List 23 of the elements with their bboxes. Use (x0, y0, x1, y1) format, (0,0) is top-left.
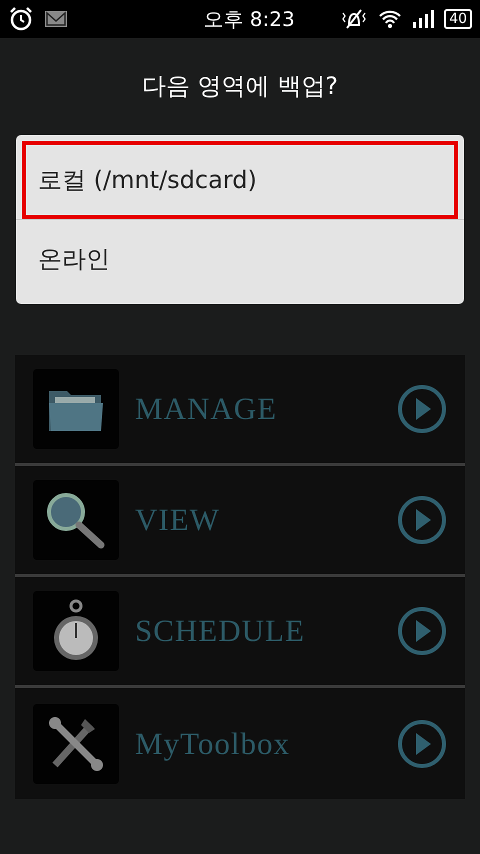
mail-icon (44, 10, 68, 28)
play-icon (397, 384, 447, 434)
play-icon (397, 606, 447, 656)
play-icon (397, 718, 447, 768)
clock-time: 오후 8:23 (203, 6, 295, 32)
menu-label: SCHEDULE (135, 613, 306, 649)
vibrate-muted-icon (340, 7, 368, 31)
signal-icon (412, 9, 434, 29)
play-icon (397, 495, 447, 545)
menu-row[interactable]: SCHEDULE (15, 577, 465, 688)
battery-level: 40 (444, 9, 472, 29)
menu-label: MANAGE (135, 391, 278, 427)
dialog-title: 다음 영역에 백업? (141, 71, 339, 102)
menu-label: MyToolbox (135, 726, 291, 762)
menu-label: VIEW (135, 502, 221, 538)
menu-row[interactable]: VIEW (15, 466, 465, 577)
alarm-clock-icon (8, 6, 34, 32)
wifi-icon (378, 9, 402, 29)
option-item[interactable]: 온라인 (22, 220, 458, 298)
wrench-screwdriver-icon (47, 714, 105, 772)
menu-row[interactable]: MANAGE (15, 355, 465, 466)
menu-row[interactable]: MyToolbox (15, 688, 465, 799)
option-item[interactable]: 로컬 (/mnt/sdcard) (22, 141, 458, 219)
